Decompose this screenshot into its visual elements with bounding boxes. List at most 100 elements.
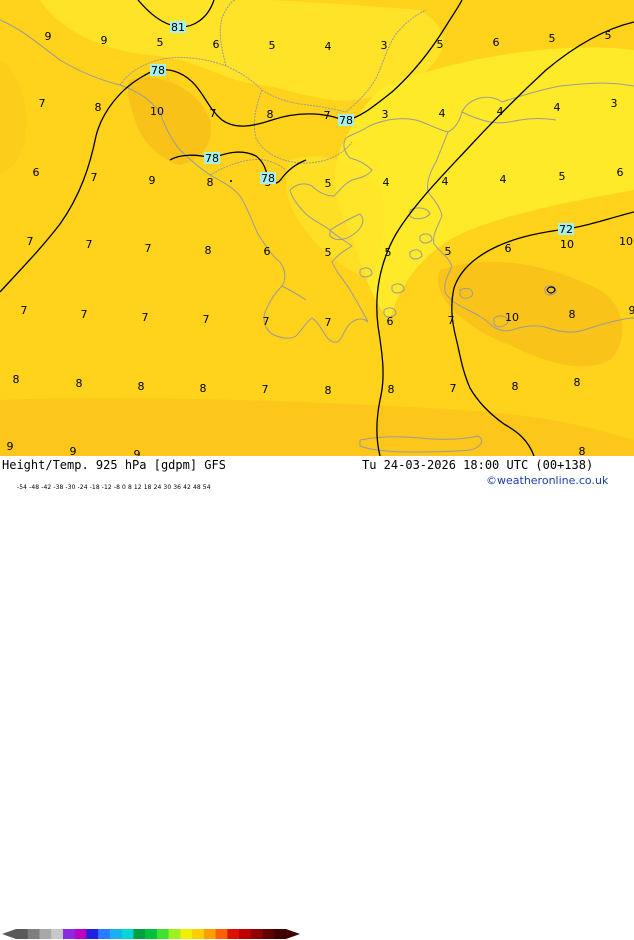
temperature-value: 9	[7, 440, 14, 453]
color-scale-swatch	[145, 929, 157, 939]
contour-label: 72	[558, 223, 574, 236]
temperature-value: 7	[81, 308, 88, 321]
contour-label: 78	[204, 152, 220, 165]
temperature-color-scale	[2, 928, 302, 940]
temperature-value: 9	[45, 30, 52, 43]
temperature-value: 7	[27, 235, 34, 248]
temperature-value: 10	[150, 105, 164, 118]
temperature-value: 8	[200, 382, 207, 395]
color-scale-swatch	[263, 929, 275, 939]
temperature-value: 9	[70, 445, 77, 456]
temperature-value: 7	[262, 383, 269, 396]
temperature-value: 5	[445, 245, 452, 258]
map-footer: Height/Temp. 925 hPa [gdpm] GFS Tu 24-03…	[0, 456, 634, 490]
contour-label-text: 78	[151, 64, 165, 77]
temperature-value: 3	[382, 108, 389, 121]
temperature-value: 5	[325, 246, 332, 259]
temperature-value: 6	[493, 36, 500, 49]
color-scale-swatch	[16, 929, 28, 939]
temperature-value: 7	[91, 171, 98, 184]
temperature-value: 6	[33, 166, 40, 179]
credit-link[interactable]: ©weatheronline.co.uk	[486, 474, 608, 487]
color-scale-swatch	[122, 929, 134, 939]
temperature-value: 7	[324, 109, 331, 122]
temperature-value: 4	[442, 175, 449, 188]
temperature-value: 7	[263, 315, 270, 328]
temperature-value: 7	[142, 311, 149, 324]
temperature-value: 7	[450, 382, 457, 395]
contour-label-text: 78	[261, 172, 275, 185]
color-scale-swatch	[110, 929, 122, 939]
temperature-value: 7	[448, 314, 455, 327]
temperature-value: 7	[210, 107, 217, 120]
temperature-value: 6	[617, 166, 624, 179]
color-scale-swatch	[274, 929, 286, 939]
color-scale-swatch	[192, 929, 204, 939]
temperature-value: 7	[145, 242, 152, 255]
contour-label-text: 78	[205, 152, 219, 165]
temperature-value: 4	[497, 105, 504, 118]
temperature-value: 8	[138, 380, 145, 393]
temperature-value: 4	[500, 173, 507, 186]
color-scale-swatch	[28, 929, 40, 939]
temperature-value: 3	[381, 39, 388, 52]
temperature-value: 8	[579, 445, 586, 456]
temperature-value: 5	[605, 29, 612, 42]
temperature-value: 5	[157, 36, 164, 49]
temperature-value: 10	[619, 235, 633, 248]
temperature-value: 10	[505, 311, 519, 324]
color-scale-swatch	[251, 929, 263, 939]
temperature-value: 8	[512, 380, 519, 393]
ridge-mark	[230, 180, 232, 182]
temperature-value: 7	[325, 316, 332, 329]
color-scale-swatch	[98, 929, 110, 939]
color-scale-swatch	[86, 929, 98, 939]
color-scale-swatch	[216, 929, 228, 939]
temperature-value: 9	[134, 448, 141, 456]
color-scale-swatch	[157, 929, 169, 939]
temperature-value: 6	[387, 315, 394, 328]
color-scale-swatch	[63, 929, 75, 939]
contour-label-text: 81	[171, 21, 185, 34]
color-scale-swatch	[75, 929, 87, 939]
contour-label: 78	[150, 64, 166, 77]
valid-time: Tu 24-03-2026 18:00 UTC (00+138)	[362, 458, 593, 472]
weather-map: 9956543565578107873444367985544456777865…	[0, 0, 634, 456]
temperature-value: 5	[325, 177, 332, 190]
color-scale-swatch	[39, 929, 51, 939]
temperature-value: 6	[505, 242, 512, 255]
temperature-value: 4	[383, 176, 390, 189]
map-title: Height/Temp. 925 hPa [gdpm] GFS	[2, 458, 226, 472]
temperature-value: 8	[388, 383, 395, 396]
color-scale-swatch	[180, 929, 192, 939]
temperature-value: 4	[554, 101, 561, 114]
temperature-value: 7	[86, 238, 93, 251]
color-scale-swatch	[133, 929, 145, 939]
color-scale-swatch	[204, 929, 216, 939]
contour-label: 81	[170, 21, 186, 34]
temperature-value: 9	[149, 174, 156, 187]
temperature-value: 6	[213, 38, 220, 51]
color-scale-swatch	[169, 929, 181, 939]
temperature-value: 5	[269, 39, 276, 52]
temperature-value: 9	[629, 304, 634, 317]
temperature-value: 8	[325, 384, 332, 397]
temperature-value: 7	[39, 97, 46, 110]
temperature-value: 5	[385, 246, 392, 259]
contour-label-text: 72	[559, 223, 573, 236]
color-scale-swatch	[239, 929, 251, 939]
temperature-value: 8	[569, 308, 576, 321]
contour-label: 78	[338, 114, 354, 127]
temperature-value: 6	[264, 245, 271, 258]
temperature-value: 5	[559, 170, 566, 183]
color-scale-left-arrow	[2, 929, 16, 939]
color-scale-right-arrow	[286, 929, 300, 939]
color-scale-swatch	[51, 929, 63, 939]
temperature-value: 8	[574, 376, 581, 389]
temperature-value: 8	[207, 176, 214, 189]
temperature-value: 7	[21, 304, 28, 317]
color-scale-swatch	[227, 929, 239, 939]
temperature-value: 10	[560, 238, 574, 251]
temperature-value: 3	[611, 97, 618, 110]
temperature-value: 4	[439, 107, 446, 120]
